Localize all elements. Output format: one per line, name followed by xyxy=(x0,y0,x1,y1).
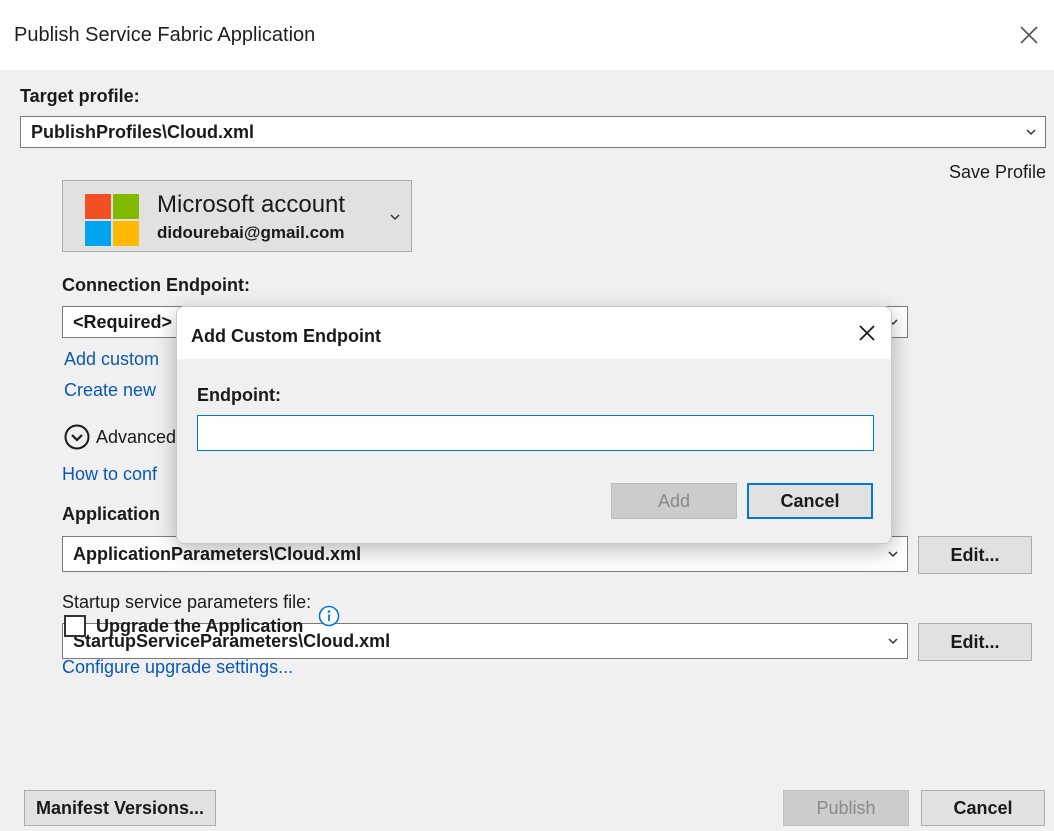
advanced-label[interactable]: Advanced xyxy=(96,427,176,448)
add-button[interactable]: Add xyxy=(611,483,737,519)
how-to-configure-link[interactable]: How to conf xyxy=(62,464,157,485)
account-selector[interactable]: Microsoft account didourebai@gmail.com xyxy=(62,180,412,252)
chevron-down-icon xyxy=(888,638,898,645)
startup-parameters-label: Startup service parameters file: xyxy=(62,592,312,612)
target-profile-value: PublishProfiles\Cloud.xml xyxy=(31,122,255,142)
application-parameters-value: ApplicationParameters\Cloud.xml xyxy=(73,544,362,564)
endpoint-label: Endpoint: xyxy=(197,385,281,405)
dialog-header: Add Custom Endpoint xyxy=(177,307,891,359)
account-name: Microsoft account xyxy=(157,191,346,218)
connection-endpoint-label: Connection Endpoint: xyxy=(62,275,250,295)
endpoint-input[interactable] xyxy=(197,415,874,451)
cancel-button[interactable]: Cancel xyxy=(921,790,1045,826)
application-parameters-label: Application xyxy=(62,504,160,524)
info-icon[interactable] xyxy=(318,605,340,627)
chevron-down-icon xyxy=(390,214,400,221)
close-icon[interactable] xyxy=(1016,22,1042,48)
chevron-down-icon xyxy=(1026,129,1036,136)
upgrade-label: Upgrade the Application xyxy=(96,616,304,636)
microsoft-logo-icon xyxy=(85,194,139,246)
target-profile-label: Target profile: xyxy=(20,86,140,106)
save-profile-link[interactable]: Save Profile xyxy=(949,162,1046,183)
dialog-cancel-button[interactable]: Cancel xyxy=(747,483,873,519)
window-title: Publish Service Fabric Application xyxy=(14,24,316,46)
account-email: didourebai@gmail.com xyxy=(157,223,345,242)
edit-application-parameters-button[interactable]: Edit... xyxy=(918,536,1032,574)
upgrade-checkbox[interactable] xyxy=(64,615,86,637)
dialog-title: Add Custom Endpoint xyxy=(191,326,381,346)
add-custom-endpoint-dialog: Add Custom Endpoint Endpoint: Add Cancel xyxy=(176,306,892,544)
close-icon[interactable] xyxy=(857,323,877,343)
connection-endpoint-value: <Required> xyxy=(73,312,173,332)
edit-startup-parameters-button[interactable]: Edit... xyxy=(918,623,1032,661)
window-titlebar: Publish Service Fabric Application xyxy=(0,0,1054,70)
configure-upgrade-settings-link[interactable]: Configure upgrade settings... xyxy=(62,657,293,678)
publish-button[interactable]: Publish xyxy=(783,790,909,826)
add-custom-endpoint-link[interactable]: Add custom xyxy=(64,349,159,370)
expand-circle-icon[interactable] xyxy=(64,424,90,450)
manifest-versions-button[interactable]: Manifest Versions... xyxy=(24,790,216,826)
create-new-link[interactable]: Create new xyxy=(64,380,156,401)
target-profile-dropdown[interactable]: PublishProfiles\Cloud.xml xyxy=(20,116,1046,148)
chevron-down-icon xyxy=(888,551,898,558)
